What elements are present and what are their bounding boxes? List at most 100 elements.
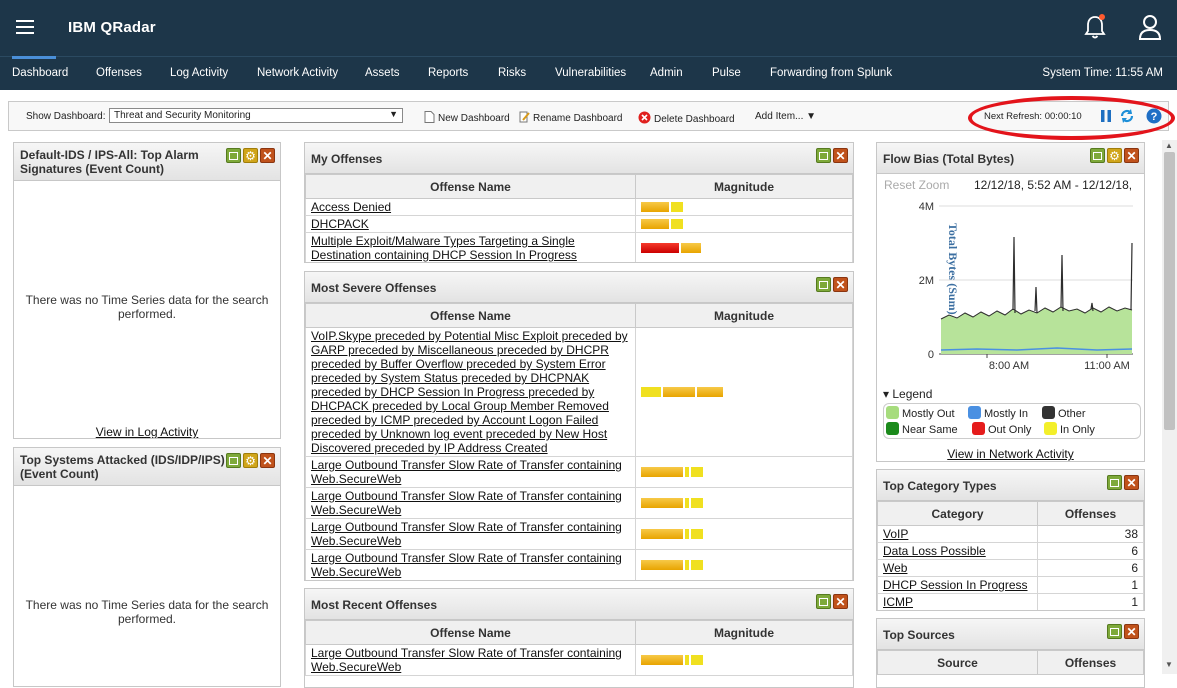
- tab-dashboard[interactable]: Dashboard: [12, 56, 68, 79]
- highlight-ellipse: [968, 96, 1175, 140]
- offense-link[interactable]: Large Outbound Transfer Slow Rate of Tra…: [311, 458, 622, 486]
- category-types-table: Category Offenses VoIP 38 Data Loss Possib…: [877, 501, 1144, 610]
- magnitude-bar: [641, 467, 847, 477]
- offense-count: 38: [1037, 525, 1144, 543]
- legend-item[interactable]: Other: [1042, 406, 1086, 420]
- view-in-network-activity-link[interactable]: View in Network Activity: [947, 447, 1074, 461]
- legend-item[interactable]: Mostly Out: [886, 406, 955, 420]
- column-header: Magnitude: [635, 174, 853, 199]
- category-link[interactable]: Web: [883, 561, 907, 575]
- close-icon[interactable]: ✕: [1124, 624, 1139, 639]
- tab-admin[interactable]: Admin: [650, 67, 683, 79]
- tab-reports[interactable]: Reports: [428, 67, 468, 79]
- panel-title: Most Recent Offenses: [311, 598, 438, 612]
- panel-top-systems-attacked: Top Systems Attacked (IDS/IDP/IPS) (Event…: [13, 447, 281, 687]
- legend-item[interactable]: Near Same: [886, 422, 958, 436]
- scrollbar-thumb[interactable]: [1164, 152, 1175, 430]
- panel-header: Top Category Types ✕: [877, 470, 1144, 501]
- maximize-icon[interactable]: [816, 277, 831, 292]
- scroll-down-arrow-icon[interactable]: ▼: [1165, 660, 1173, 669]
- maximize-icon[interactable]: [1107, 475, 1122, 490]
- dashboard-select[interactable]: Threat and Security Monitoring ▼: [109, 108, 403, 123]
- legend-swatch: [886, 422, 899, 435]
- tab-offenses[interactable]: Offenses: [96, 67, 142, 79]
- panel-header: Top Systems Attacked (IDS/IDP/IPS) (Event…: [14, 448, 280, 486]
- category-link[interactable]: Data Loss Possible: [883, 544, 986, 558]
- offense-link[interactable]: DHCPACK: [311, 217, 369, 231]
- panel-header: Top Sources ✕: [877, 619, 1144, 650]
- legend-swatch: [886, 406, 899, 419]
- legend-item[interactable]: Out Only: [972, 422, 1031, 436]
- legend-item[interactable]: Mostly In: [968, 406, 1028, 420]
- notification-bell-icon[interactable]: [1083, 14, 1107, 40]
- chart-legend: Mostly Out Mostly In Other Near Same Out…: [883, 403, 1141, 439]
- add-item-arrow-icon: ▼: [806, 111, 817, 122]
- close-icon[interactable]: ✕: [833, 148, 848, 163]
- panel-top-category-types: Top Category Types ✕ Category Offenses Vo…: [876, 469, 1145, 611]
- legend-item[interactable]: In Only: [1044, 422, 1095, 436]
- close-icon[interactable]: ✕: [1124, 475, 1139, 490]
- maximize-icon[interactable]: [1107, 624, 1122, 639]
- tab-risks[interactable]: Risks: [498, 67, 526, 79]
- mostly-out-area: [941, 307, 1132, 354]
- settings-gear-icon[interactable]: ⚙: [243, 453, 258, 468]
- close-icon[interactable]: ✕: [1124, 148, 1139, 163]
- view-in-log-activity-link[interactable]: View in Log Activity: [96, 425, 199, 438]
- offense-link[interactable]: Multiple Exploit/Malware Types Targeting…: [311, 234, 577, 262]
- reset-zoom-button[interactable]: Reset Zoom: [884, 178, 949, 192]
- hamburger-menu-icon[interactable]: [16, 20, 34, 34]
- category-link[interactable]: ICMP: [883, 595, 913, 609]
- offense-link[interactable]: Large Outbound Transfer Slow Rate of Tra…: [311, 646, 622, 674]
- category-link[interactable]: VoIP: [883, 527, 908, 541]
- top-bar: IBM QRadar: [0, 0, 1177, 56]
- dropdown-arrow-icon: ▼: [389, 109, 398, 119]
- add-item-button[interactable]: Add Item... ▼: [755, 111, 816, 122]
- maximize-icon[interactable]: [1090, 148, 1105, 163]
- delete-dashboard-button[interactable]: Delete Dashboard: [638, 111, 735, 125]
- panel-title: Top Category Types: [883, 479, 997, 493]
- column-header: Source: [877, 650, 1038, 675]
- column-header: Offense Name: [305, 303, 636, 328]
- show-dashboard-label: Show Dashboard:: [26, 111, 106, 122]
- offense-link[interactable]: Large Outbound Transfer Slow Rate of Tra…: [311, 489, 622, 517]
- close-icon[interactable]: ✕: [260, 148, 275, 163]
- offense-link[interactable]: Access Denied: [311, 200, 391, 214]
- rename-dashboard-button[interactable]: Rename Dashboard: [519, 111, 623, 124]
- offense-link[interactable]: Large Outbound Transfer Slow Rate of Tra…: [311, 551, 622, 579]
- panel-header: Default-IDS / IPS-All: Top Alarm Signatur…: [14, 143, 280, 181]
- tab-assets[interactable]: Assets: [365, 67, 400, 79]
- column-header: Category: [877, 501, 1038, 526]
- app-title: IBM QRadar: [68, 19, 156, 36]
- category-link[interactable]: DHCP Session In Progress: [883, 578, 1028, 592]
- panel-header: My Offenses ✕: [305, 143, 853, 174]
- tab-vulnerabilities[interactable]: Vulnerabilities: [555, 67, 626, 79]
- offense-link[interactable]: VoIP.Skype preceded by Potential Misc Ex…: [311, 329, 628, 455]
- y-tick-label: 0: [928, 349, 934, 361]
- settings-gear-icon[interactable]: ⚙: [243, 148, 258, 163]
- user-profile-icon[interactable]: [1138, 14, 1162, 40]
- legend-swatch: [968, 406, 981, 419]
- panel-title: Flow Bias (Total Bytes): [883, 152, 1015, 166]
- new-dashboard-button[interactable]: New Dashboard: [424, 111, 510, 124]
- column-header: Offenses: [1037, 501, 1144, 526]
- maximize-icon[interactable]: [226, 148, 241, 163]
- scroll-up-arrow-icon[interactable]: ▲: [1165, 141, 1173, 150]
- close-icon[interactable]: ✕: [833, 594, 848, 609]
- magnitude-bar: [641, 560, 847, 570]
- tab-forwarding-from-splunk[interactable]: Forwarding from Splunk: [770, 67, 892, 79]
- time-range-label: 12/12/18, 5:52 AM - 12/12/18,: [974, 178, 1133, 192]
- close-icon[interactable]: ✕: [833, 277, 848, 292]
- tab-pulse[interactable]: Pulse: [712, 67, 741, 79]
- tab-log-activity[interactable]: Log Activity: [170, 67, 228, 79]
- legend-swatch: [1044, 422, 1057, 435]
- add-item-label: Add Item...: [755, 111, 804, 122]
- maximize-icon[interactable]: [816, 148, 831, 163]
- most-recent-offenses-table: Offense Name Magnitude Large Outbound Tra…: [305, 620, 853, 676]
- settings-gear-icon[interactable]: ⚙: [1107, 148, 1122, 163]
- panel-most-recent-offenses: Most Recent Offenses ✕ Offense Name Magni…: [304, 588, 854, 688]
- close-icon[interactable]: ✕: [260, 453, 275, 468]
- offense-link[interactable]: Large Outbound Transfer Slow Rate of Tra…: [311, 520, 622, 548]
- tab-network-activity[interactable]: Network Activity: [257, 67, 338, 79]
- maximize-icon[interactable]: [816, 594, 831, 609]
- maximize-icon[interactable]: [226, 453, 241, 468]
